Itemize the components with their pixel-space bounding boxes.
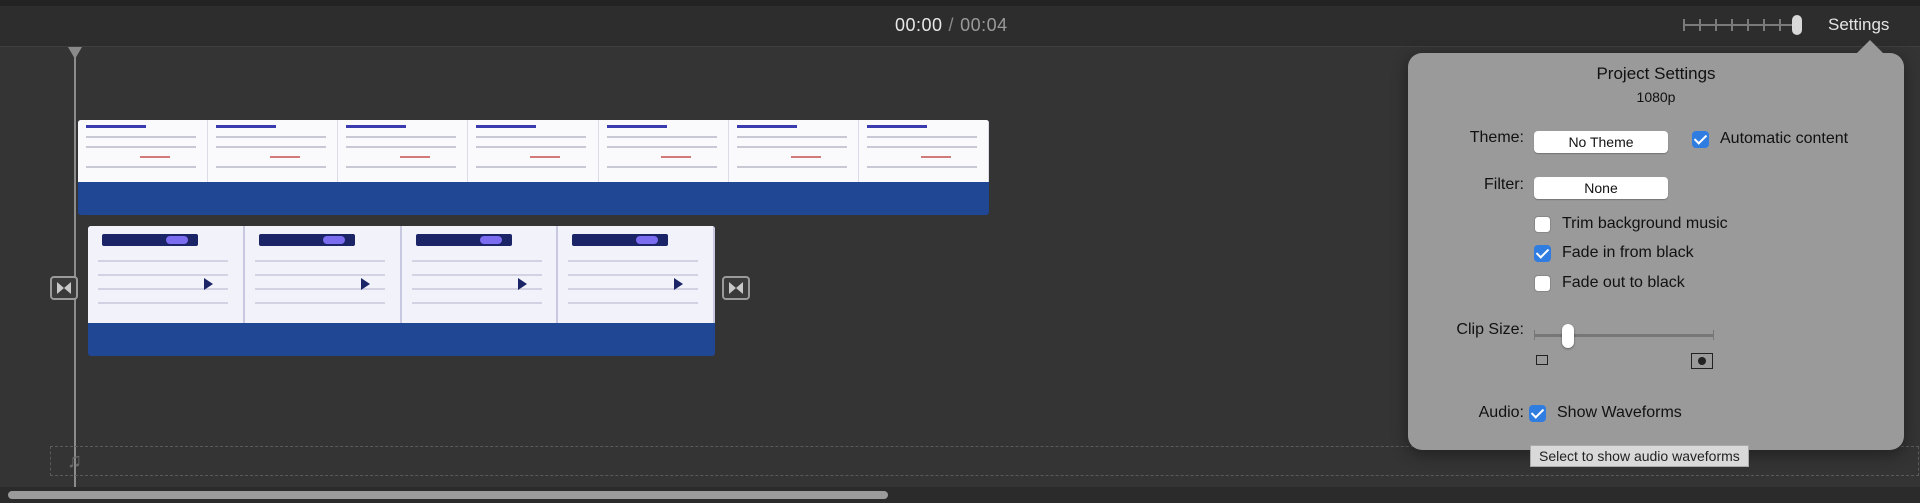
clip-size-slider-track[interactable] — [1534, 334, 1714, 337]
theme-popup[interactable]: No Theme — [1534, 131, 1668, 153]
clip-frame — [728, 120, 859, 182]
clip-frame — [858, 120, 989, 182]
zoom-tick — [1731, 19, 1733, 31]
audio-label: Audio: — [1478, 404, 1524, 421]
time-separator: / — [948, 15, 955, 35]
small-clip-icon — [1536, 355, 1548, 365]
fade-out-checkbox[interactable] — [1534, 275, 1551, 292]
scrollbar-thumb[interactable] — [8, 491, 888, 499]
horizontal-scrollbar[interactable] — [0, 487, 1920, 503]
filter-label: Filter: — [1484, 176, 1524, 193]
clip-frame — [401, 226, 559, 323]
popover-title: Project Settings — [1596, 64, 1716, 83]
automatic-content-label: Automatic content — [1720, 130, 1849, 147]
zoom-tick — [1747, 19, 1749, 31]
clip-frame — [208, 120, 339, 182]
settings-button[interactable]: Settings — [1828, 15, 1889, 35]
playhead[interactable] — [74, 53, 76, 487]
zoom-slider-knob[interactable] — [1792, 15, 1802, 35]
play-icon — [674, 278, 684, 290]
play-icon — [204, 278, 213, 290]
popover-arrow — [1856, 40, 1884, 54]
tooltip: Select to show audio waveforms — [1530, 445, 1749, 467]
clip-frame — [78, 120, 209, 182]
project-settings-popover: Project Settings 1080p Theme: No Theme A… — [1408, 40, 1904, 450]
clip-thumbnails — [88, 226, 715, 323]
duration: 00:04 — [960, 15, 1008, 35]
zoom-tick — [1715, 19, 1717, 31]
slider-tick — [1534, 330, 1535, 340]
clip-thumbnails — [78, 120, 989, 182]
play-icon — [517, 278, 527, 290]
current-time: 00:00 — [895, 15, 943, 35]
trim-music-label: Trim background music — [1562, 215, 1728, 232]
theme-label: Theme: — [1469, 129, 1524, 146]
zoom-tick — [1763, 19, 1765, 31]
large-clip-icon — [1691, 353, 1713, 369]
clip-size-slider-knob[interactable] — [1562, 324, 1574, 348]
zoom-tick — [1683, 19, 1685, 31]
zoom-slider[interactable] — [1683, 14, 1803, 36]
play-icon — [360, 278, 370, 290]
clip-frame — [558, 226, 715, 323]
fade-in-label: Fade in from black — [1562, 244, 1694, 261]
clip-size-label: Clip Size: — [1456, 321, 1524, 338]
show-waveforms-checkbox[interactable] — [1529, 405, 1546, 422]
toolbar: 00:00/00:04 Settings — [0, 6, 1920, 47]
fade-out-label: Fade out to black — [1562, 274, 1685, 291]
video-clip-1[interactable] — [78, 120, 989, 215]
automatic-content-checkbox[interactable] — [1692, 131, 1709, 148]
clip-frame — [244, 226, 402, 323]
clip-frame — [468, 120, 599, 182]
project-resolution: 1080p — [1636, 89, 1676, 105]
clip-frame — [598, 120, 729, 182]
clip-frame — [338, 120, 469, 182]
zoom-tick — [1699, 19, 1701, 31]
show-waveforms-label: Show Waveforms — [1557, 404, 1682, 421]
trim-music-checkbox[interactable] — [1534, 216, 1551, 233]
zoom-tick — [1779, 19, 1781, 31]
filter-popup[interactable]: None — [1534, 177, 1668, 199]
slider-tick — [1713, 330, 1714, 340]
video-clip-2[interactable] — [88, 226, 715, 356]
transition-icon[interactable] — [50, 276, 78, 300]
transition-icon[interactable] — [722, 276, 750, 300]
music-note-icon: ♫ — [67, 450, 82, 472]
fade-in-checkbox[interactable] — [1534, 245, 1551, 262]
timecode: 00:00/00:04 — [895, 15, 1008, 36]
clip-frame — [88, 226, 245, 323]
